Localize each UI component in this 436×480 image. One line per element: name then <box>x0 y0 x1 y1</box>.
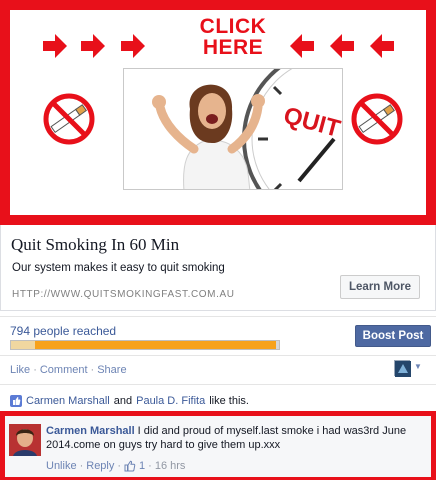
ad-link-card[interactable]: Quit Smoking In 60 Min Our system makes … <box>0 225 436 311</box>
comment-link[interactable]: Comment <box>40 364 88 376</box>
comment-highlight-frame: Carmen Marshall I did and proud of myself… <box>0 411 436 480</box>
ad-image-frame[interactable]: CLICK HERE QUIT <box>0 0 436 225</box>
ad-title[interactable]: Quit Smoking In 60 Min <box>11 235 179 255</box>
comment-body: Carmen Marshall I did and proud of myself… <box>46 424 426 452</box>
divider <box>0 355 436 356</box>
divider <box>0 384 436 385</box>
ad-url: HTTP://WWW.QUITSMOKINGFAST.COM.AU <box>12 289 235 300</box>
like-link[interactable]: Like <box>10 364 30 376</box>
ad-photo: QUIT <box>123 68 343 190</box>
thumbs-up-icon <box>10 395 22 407</box>
reach-progress-fill <box>11 341 277 349</box>
liker-name[interactable]: Paula D. Fifita <box>136 395 205 407</box>
left-arrows <box>43 34 153 58</box>
reach-progress-bar <box>10 340 280 350</box>
arrow-left-icon <box>290 34 394 58</box>
no-smoking-icon <box>351 93 403 145</box>
right-arrows <box>290 34 400 58</box>
ad-description: Our system makes it easy to quit smoking <box>12 262 225 274</box>
liker-name[interactable]: Carmen Marshall <box>26 395 110 407</box>
click-here-text: CLICK HERE <box>199 15 267 59</box>
unlike-link[interactable]: Unlike <box>46 460 77 472</box>
learn-more-button[interactable]: Learn More <box>340 275 420 299</box>
ad-image[interactable]: CLICK HERE QUIT <box>10 10 426 215</box>
reply-link[interactable]: Reply <box>86 460 114 472</box>
chevron-down-icon[interactable]: ▼ <box>414 362 422 371</box>
reach-count[interactable]: 794 people reached <box>10 324 116 338</box>
no-smoking-icon <box>43 93 95 145</box>
thumbs-up-icon[interactable] <box>124 460 136 472</box>
comment: Carmen Marshall I did and proud of myself… <box>5 416 431 477</box>
page-avatar[interactable] <box>394 360 411 377</box>
boost-post-button[interactable]: Boost Post <box>355 325 431 347</box>
share-link[interactable]: Share <box>97 364 126 376</box>
avatar[interactable] <box>9 424 41 456</box>
divider <box>0 316 436 317</box>
comment-author[interactable]: Carmen Marshall <box>46 425 135 437</box>
comment-actions: Unlike · Reply · 1 · 16 hrs <box>46 460 186 472</box>
comment-like-count[interactable]: 1 <box>139 460 145 472</box>
post-actions: Like · Comment · Share <box>10 364 127 376</box>
arrow-right-icon <box>43 34 145 58</box>
comment-timestamp[interactable]: 16 hrs <box>155 460 186 472</box>
likes-summary: Carmen Marshall and Paula D. Fifita like… <box>10 395 249 407</box>
